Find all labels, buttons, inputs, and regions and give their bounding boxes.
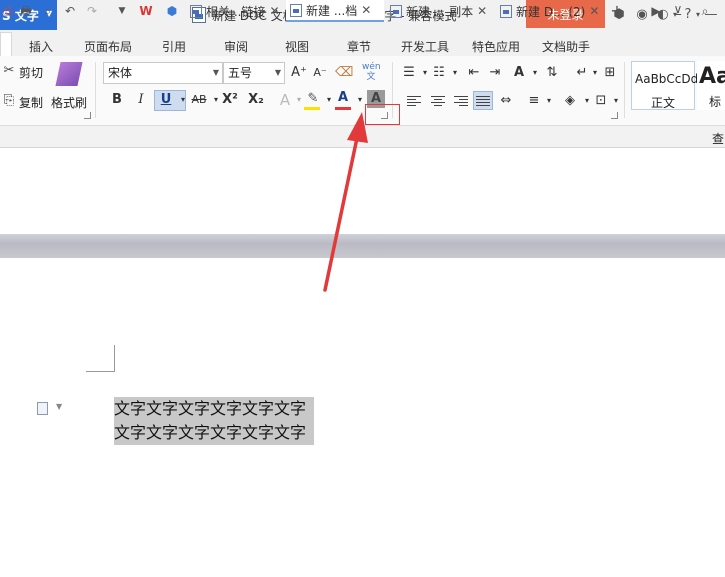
selected-text-line[interactable]: 文字文字文字文字文字文字 <box>114 421 315 445</box>
document-icon <box>190 4 202 18</box>
tab-doc-assistant[interactable]: 文档助手 <box>542 38 590 55</box>
sort-icon[interactable]: ⇅ <box>543 64 561 82</box>
close-icon[interactable]: ✕ <box>477 4 487 18</box>
phonetic-guide-button[interactable]: wén 文 <box>362 62 381 82</box>
italic-button[interactable]: I <box>132 91 150 109</box>
align-left-icon[interactable] <box>407 96 421 107</box>
copy-icon[interactable]: ⎘ <box>0 92 18 110</box>
clipboard-launcher-icon[interactable] <box>84 112 91 119</box>
print-preview-icon[interactable]: ⌕ <box>40 3 56 19</box>
document-icon <box>500 4 512 18</box>
dropdown-tabs-icon[interactable]: ⊻ <box>670 3 686 19</box>
doc-tab-related-links[interactable]: 相关...链接 ✕ <box>186 0 280 22</box>
font-color-button[interactable]: A <box>334 89 352 107</box>
undo-icon[interactable]: ↶ <box>62 3 78 19</box>
tab-page-layout[interactable]: 页面布局 <box>84 38 132 55</box>
font-size-select[interactable]: 五号 ▼ <box>223 62 285 84</box>
style-normal-label: 正文 <box>650 96 675 110</box>
decrease-indent-icon[interactable]: ⇤ <box>465 64 483 82</box>
shrink-font-button[interactable]: A⁻ <box>311 64 329 82</box>
justify-icon[interactable] <box>476 96 490 107</box>
doc-tab-label: 新建 ... 副本 <box>406 4 474 19</box>
chevron-down-icon: ▼ <box>212 68 219 77</box>
format-painter-button[interactable]: 格式刷 <box>51 94 87 111</box>
tab-references[interactable]: 引用 <box>162 38 186 55</box>
bold-button[interactable]: B <box>108 91 126 109</box>
quick-access-bar <box>0 126 725 148</box>
chevron-down-icon[interactable]: ▼ <box>56 402 62 411</box>
align-center-icon[interactable] <box>431 96 445 107</box>
page-current <box>0 258 725 577</box>
paragraph-shading-icon[interactable]: ◈ <box>561 92 579 110</box>
style-title-preview: Aa <box>699 64 725 89</box>
increase-indent-icon[interactable]: ⇥ <box>486 64 504 82</box>
paragraph-handle-icon[interactable] <box>37 402 48 415</box>
doc-tab-active[interactable]: 新建 ...档 ✕ <box>286 0 384 22</box>
tab-insert[interactable]: 插入 <box>29 38 53 55</box>
paragraph-launcher-icon[interactable] <box>611 112 618 119</box>
cut-button[interactable]: 剪切 <box>19 64 43 81</box>
tab-view[interactable]: 视图 <box>285 38 309 55</box>
tab-chapter[interactable]: 章节 <box>347 38 371 55</box>
print-icon[interactable]: 🖶 <box>18 3 34 19</box>
new-tab-icon[interactable]: + <box>609 3 625 19</box>
doc-tab-label: 新建 D... (2) <box>516 4 586 19</box>
underline-button[interactable]: U <box>157 91 175 109</box>
close-icon[interactable]: ✕ <box>361 3 371 17</box>
grow-font-button[interactable]: A⁺ <box>290 64 308 82</box>
margin-corner-mark <box>86 345 115 372</box>
page-gap <box>0 234 725 258</box>
scissors-icon[interactable]: ✂ <box>0 62 18 80</box>
doc-tab-label: 相关...链接 <box>206 4 266 19</box>
chevron-down-icon[interactable]: ▾ <box>607 92 625 110</box>
wps-logo-icon[interactable]: W <box>138 3 154 19</box>
divider <box>95 62 96 118</box>
divider <box>624 62 625 118</box>
font-size-value: 五号 <box>228 66 253 80</box>
style-title-tile[interactable]: Aa 标 <box>697 61 725 110</box>
font-name-select[interactable]: 宋体 ▼ <box>103 62 223 84</box>
font-color-bar <box>335 107 351 110</box>
tab-features[interactable]: 特色应用 <box>472 38 520 55</box>
tab-developer[interactable]: 开发工具 <box>401 38 449 55</box>
subscript-button[interactable]: X₂ <box>245 91 267 109</box>
cube-icon[interactable]: ⬢ <box>164 3 180 19</box>
chevron-down-icon[interactable]: ▼ <box>114 3 130 19</box>
font-name-value: 宋体 <box>108 66 133 80</box>
chevron-down-icon[interactable]: ▾ <box>540 92 558 110</box>
doc-tab-new-2[interactable]: 新建 D... (2) ✕ <box>496 0 599 22</box>
close-icon[interactable]: ✕ <box>589 4 599 18</box>
style-title-label: 标 <box>709 95 722 109</box>
close-icon[interactable]: ✕ <box>269 4 279 18</box>
distributed-align-icon[interactable]: ⇔ <box>497 92 515 110</box>
tab-start[interactable] <box>0 32 12 56</box>
style-normal-preview: AaBbCcDd <box>635 72 699 86</box>
redo-icon[interactable]: ↷ <box>84 3 100 19</box>
annotation-highlight-box <box>365 104 400 125</box>
chevron-down-icon[interactable]: ▾ <box>526 64 544 82</box>
selected-text-line[interactable]: 文字文字文字文字文字文字 <box>114 397 315 421</box>
clear-format-icon[interactable]: ⌫ <box>335 64 353 82</box>
chevron-down-icon: ▼ <box>274 68 281 77</box>
chevron-down-icon[interactable]: ▾ <box>446 64 464 82</box>
table-icon[interactable]: ⊞ <box>601 64 619 82</box>
doc-tab-label: 新建 ...档 <box>306 3 358 18</box>
doc-tab-copy[interactable]: 新建 ... 副本 ✕ <box>386 0 487 22</box>
document-icon <box>290 3 302 17</box>
style-normal-tile[interactable]: AaBbCcDd 正文 <box>631 61 699 110</box>
search-icon[interactable]: ⌕ <box>697 3 713 19</box>
align-right-icon[interactable] <box>454 96 468 107</box>
highlight-color-bar <box>304 107 320 110</box>
slideshow-icon[interactable]: ▶ <box>648 3 664 19</box>
page-previous <box>0 149 725 234</box>
document-icon <box>390 4 402 18</box>
tab-review[interactable]: 审阅 <box>224 38 248 55</box>
copy-button[interactable]: 复制 <box>19 94 43 111</box>
pdf-icon[interactable]: ⎙ <box>0 3 16 19</box>
superscript-button[interactable]: X² <box>219 91 241 109</box>
search-label[interactable]: 查 <box>712 130 724 147</box>
